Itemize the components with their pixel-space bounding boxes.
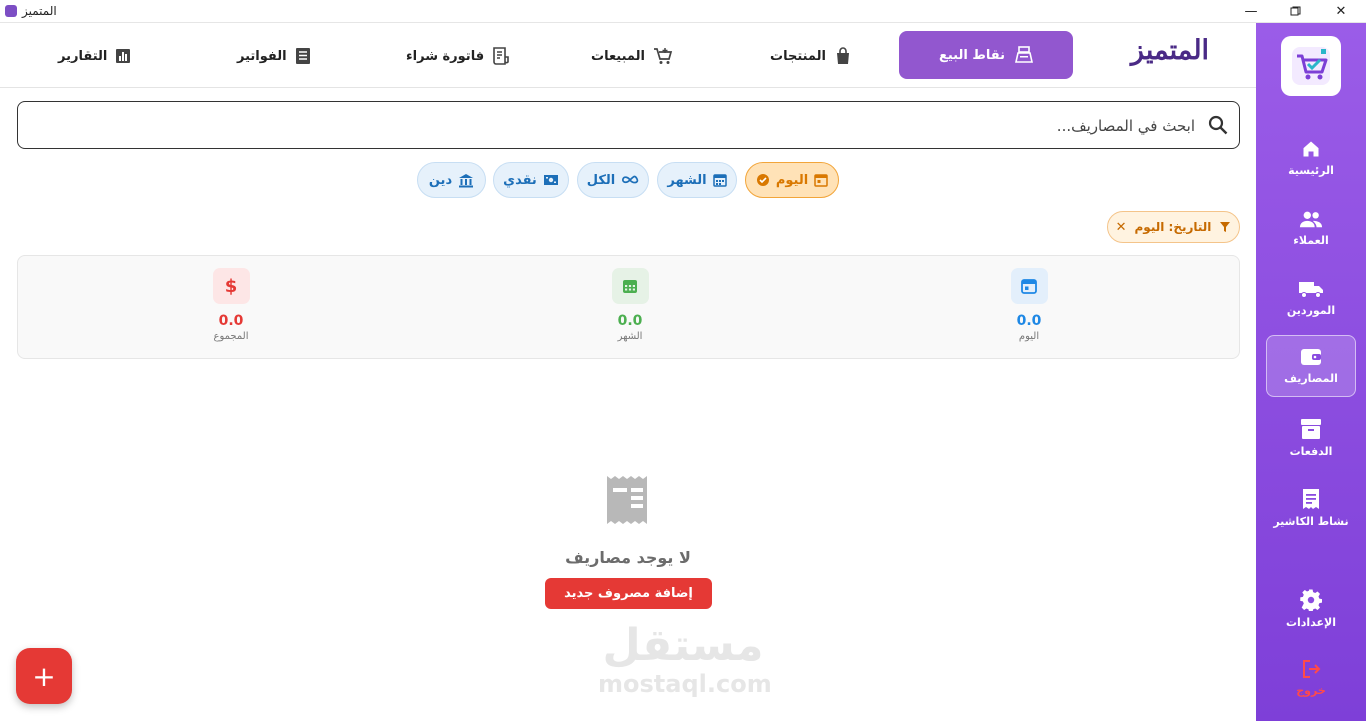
gear-icon — [1300, 589, 1322, 611]
expense-stats: 0.0 اليوم 0.0 الشهر $ 0.0 المجموع — [17, 255, 1240, 359]
sidebar-item-logout[interactable]: خروج — [1266, 647, 1356, 709]
search-icon — [1208, 115, 1228, 135]
sidebar-item-home[interactable]: الرئيسية — [1266, 127, 1356, 189]
active-date-filter-label: التاريخ: اليوم — [1134, 220, 1212, 234]
stat-today-icon-box — [1010, 268, 1048, 304]
top-navigation: المتميز نقاط البيع المنتجات المبيعات فات… — [0, 23, 1256, 88]
filter-icon — [1220, 222, 1231, 232]
watermark-url: mostaql.com — [598, 670, 772, 698]
search-input[interactable] — [35, 112, 1195, 140]
add-expense-button[interactable]: إضافة مصروف جديد — [545, 578, 712, 609]
stat-month: 0.0 الشهر — [580, 268, 680, 342]
nav-sales-label: المبيعات — [591, 48, 645, 64]
maximize-button[interactable] — [1272, 0, 1318, 23]
money-icon — [543, 175, 558, 185]
calendar-icon — [1021, 279, 1037, 294]
archive-icon — [1301, 419, 1321, 439]
filter-all-label: الكل — [586, 172, 616, 188]
app-logo — [1281, 36, 1341, 96]
stat-total-value: 0.0 — [218, 313, 244, 329]
filter-cash[interactable]: نقدي — [493, 162, 569, 198]
calendar-today-icon — [814, 174, 828, 187]
filter-month-label: الشهر — [667, 172, 707, 188]
watermark: مستقل mostaql.com — [598, 620, 772, 698]
nav-invoices-label: الفواتير — [237, 48, 287, 64]
calendar-grid-icon — [623, 280, 637, 293]
filter-today-label: اليوم — [775, 172, 809, 188]
shopping-bag-icon — [836, 47, 849, 64]
stat-total-label: المجموع — [213, 331, 249, 342]
sidebar-item-suppliers[interactable]: الموردين — [1266, 267, 1356, 329]
wallet-icon — [1301, 349, 1321, 365]
sidebar-item-payments[interactable]: الدفعات — [1266, 407, 1356, 469]
nav-purchase-invoice[interactable]: فاتورة شراء — [406, 43, 510, 69]
pos-label: نقاط البيع — [939, 47, 1005, 63]
empty-receipt-icon — [607, 476, 647, 524]
stat-today-label: اليوم — [1018, 331, 1040, 342]
filter-all[interactable]: الكل — [577, 162, 649, 198]
stat-today: 0.0 اليوم — [979, 268, 1079, 342]
sidebar: الرئيسية العملاء الموردين المصاريف الدفع… — [1256, 23, 1366, 721]
document-list-icon — [295, 48, 310, 64]
filter-today[interactable]: اليوم — [745, 162, 839, 198]
nav-products-label: المنتجات — [770, 48, 826, 64]
window-title: المتميز — [22, 4, 57, 18]
check-circle-icon — [756, 174, 769, 186]
sidebar-item-label: الموردين — [1286, 304, 1336, 317]
sidebar-item-customers[interactable]: العملاء — [1266, 197, 1356, 259]
home-icon — [1303, 141, 1319, 157]
sidebar-item-expenses[interactable]: المصاريف — [1266, 335, 1356, 397]
infinity-icon — [622, 175, 639, 184]
empty-state-message: لا يوجد مصاريف — [565, 548, 691, 567]
sidebar-item-settings[interactable]: الإعدادات — [1266, 578, 1356, 640]
active-date-filter[interactable]: ✕ التاريخ: اليوم — [1107, 211, 1240, 243]
sidebar-item-label: الإعدادات — [1285, 616, 1337, 629]
app-icon — [5, 5, 17, 17]
cash-register-icon — [1014, 46, 1033, 63]
expenses-search — [17, 101, 1240, 149]
nav-reports-label: التقارير — [58, 48, 108, 64]
nav-products[interactable]: المنتجات — [770, 43, 852, 69]
stat-total: $ 0.0 المجموع — [181, 268, 281, 342]
filter-debt[interactable]: دين — [417, 162, 486, 198]
nav-reports[interactable]: التقارير — [58, 43, 131, 69]
remove-filter-icon[interactable]: ✕ — [1116, 220, 1127, 235]
nav-invoices[interactable]: الفواتير — [237, 43, 311, 69]
brand-name: المتميز — [1130, 35, 1210, 66]
invoice-icon — [493, 47, 509, 65]
filter-debt-label: دين — [428, 172, 453, 188]
stat-today-value: 0.0 — [1016, 313, 1042, 329]
users-icon — [1299, 211, 1323, 228]
dollar-icon: $ — [224, 275, 238, 297]
cart-add-icon — [653, 48, 673, 64]
sidebar-item-label: خروج — [1296, 684, 1326, 697]
stat-month-label: الشهر — [617, 331, 643, 342]
pos-button[interactable]: نقاط البيع — [899, 31, 1073, 79]
sidebar-item-label: العملاء — [1293, 234, 1329, 247]
bank-icon — [459, 173, 474, 187]
add-fab-button[interactable]: + — [16, 648, 72, 704]
nav-purchase-invoice-label: فاتورة شراء — [406, 48, 485, 64]
nav-sales[interactable]: المبيعات — [591, 43, 673, 69]
calendar-month-icon — [712, 174, 727, 187]
stat-month-value: 0.0 — [617, 313, 643, 329]
sidebar-item-label: الدفعات — [1289, 445, 1333, 458]
sidebar-item-cashier-activity[interactable]: نشاط الكاشير — [1266, 477, 1356, 539]
minimize-button[interactable]: — — [1228, 0, 1274, 23]
sidebar-item-label: نشاط الكاشير — [1273, 515, 1349, 528]
title-bar: المتميز — ✕ — [0, 0, 1366, 23]
stat-total-icon-box: $ — [212, 268, 250, 304]
cart-logo-icon — [1292, 47, 1330, 85]
filter-month[interactable]: الشهر — [657, 162, 737, 198]
close-button[interactable]: ✕ — [1318, 0, 1364, 23]
stat-month-icon-box — [611, 268, 649, 304]
sidebar-item-label: المصاريف — [1284, 372, 1338, 385]
bar-chart-icon — [116, 49, 131, 63]
logout-icon — [1303, 660, 1321, 678]
sidebar-item-label: الرئيسية — [1288, 164, 1334, 177]
filter-cash-label: نقدي — [503, 172, 537, 188]
watermark-text: مستقل — [602, 620, 764, 671]
receipt-icon — [1303, 489, 1319, 509]
truck-icon — [1299, 282, 1323, 298]
